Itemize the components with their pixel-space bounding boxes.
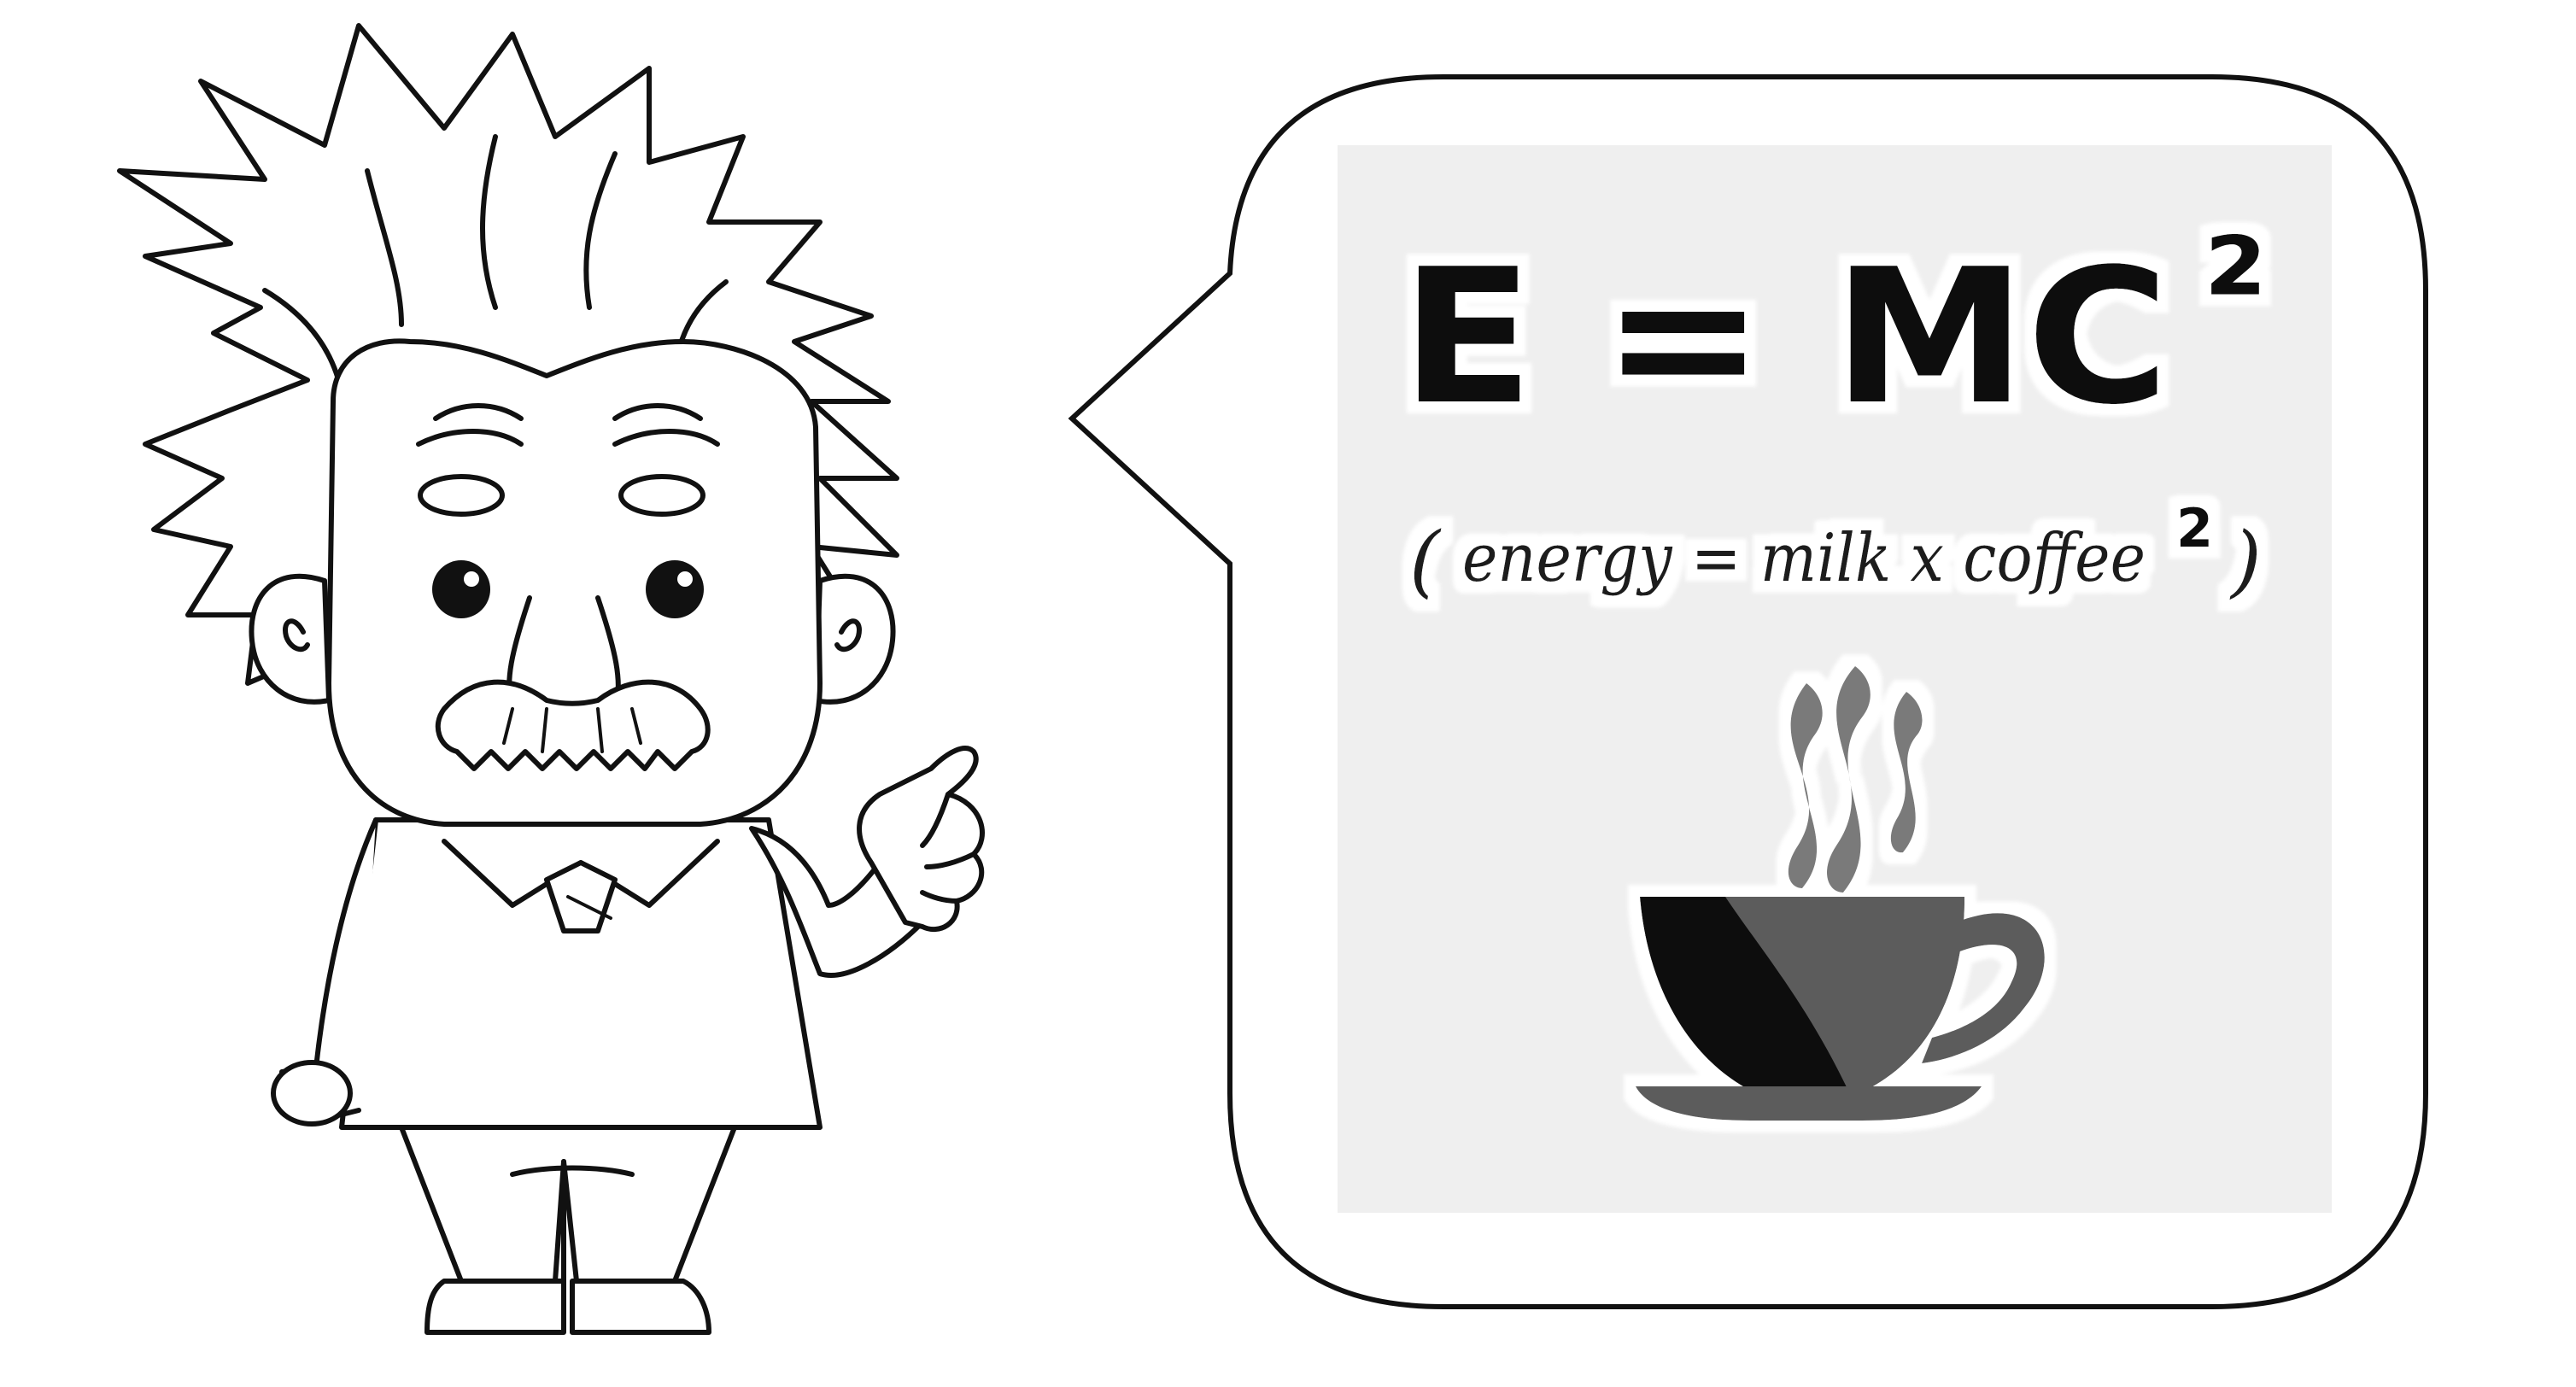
scene: E = MC ² ( energy = milk x coffee 2 ) <box>117 23 2428 1335</box>
left-hand <box>271 1060 353 1127</box>
subtitle-open-paren: ( <box>1409 515 1442 606</box>
subtitle-text: energy = milk x coffee <box>1462 520 2146 597</box>
right-shoe <box>570 1279 711 1335</box>
left-ear <box>249 573 331 705</box>
left-shoe <box>424 1279 566 1335</box>
formula-sticker: E = MC ² <box>1401 208 2267 446</box>
subtitle-close-paren: ) <box>2229 515 2262 606</box>
right-ear <box>813 573 896 705</box>
cartoon-scientist-icon <box>117 23 985 1335</box>
subtitle-superscript: 2 <box>2176 497 2213 559</box>
legs <box>399 1125 737 1284</box>
left-eyebrow <box>418 474 505 517</box>
right-eyebrow <box>618 474 705 517</box>
formula-main: E = MC <box>1401 230 2169 446</box>
formula-superscript: ² <box>2204 208 2267 377</box>
